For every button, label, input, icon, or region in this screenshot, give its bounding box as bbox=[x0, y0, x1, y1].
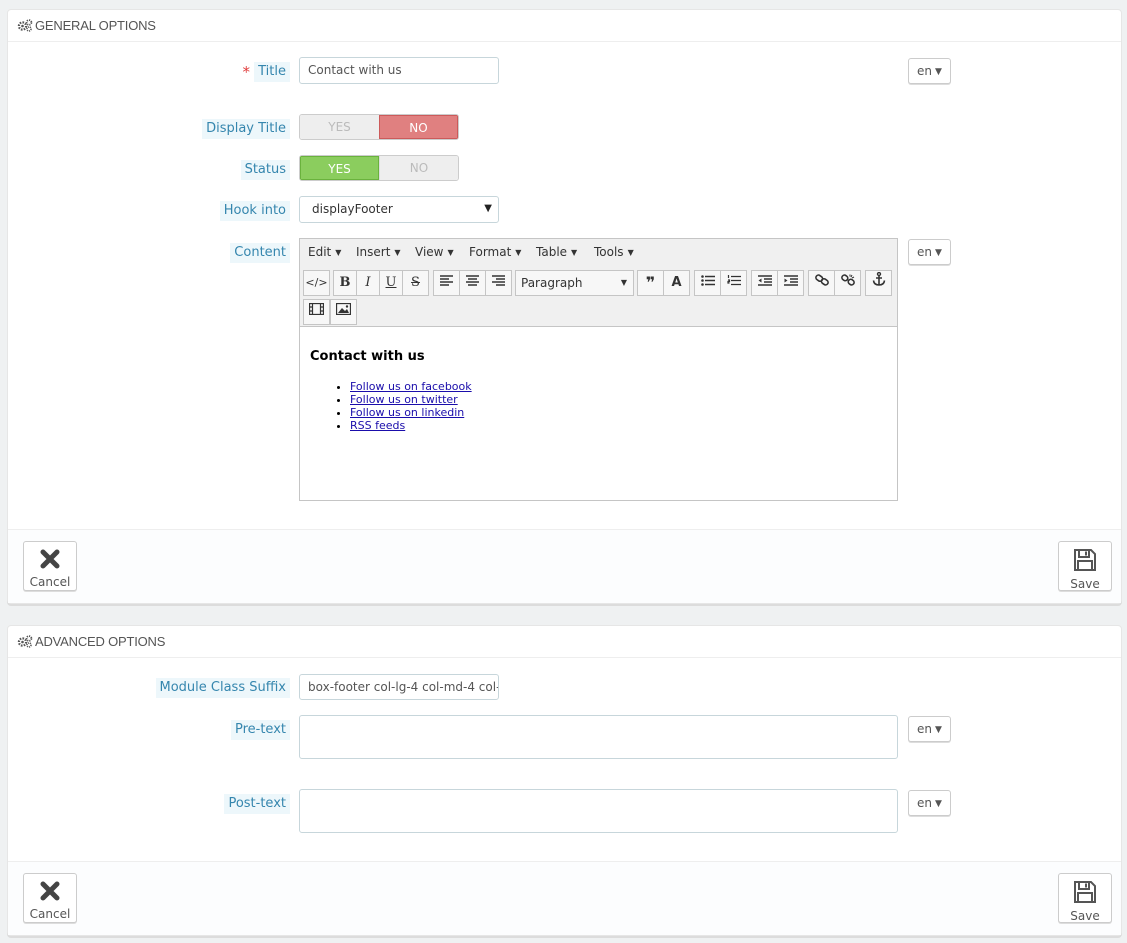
save-label: Save bbox=[1070, 577, 1100, 591]
posttext-lang-dropdown[interactable]: en ▼ bbox=[908, 790, 951, 816]
caret-down-icon: ▼ bbox=[620, 278, 627, 287]
save-button[interactable]: Save bbox=[1058, 873, 1112, 923]
blockquote-icon[interactable]: ❞ bbox=[637, 270, 664, 296]
display-title-label: Display Title bbox=[202, 119, 290, 139]
twitter-link[interactable]: Follow us on twitter bbox=[350, 393, 458, 406]
title-lang-dropdown[interactable]: en ▼ bbox=[908, 58, 951, 84]
menu-format[interactable]: Format ▼ bbox=[469, 245, 521, 259]
cancel-label: Cancel bbox=[29, 907, 71, 921]
editor-link-list: Follow us on facebook Follow us on twitt… bbox=[310, 380, 897, 432]
lang-label: en bbox=[917, 64, 932, 78]
menu-table[interactable]: Table ▼ bbox=[536, 245, 577, 259]
image-icon[interactable] bbox=[330, 299, 357, 325]
caret-down-icon: ▼ bbox=[935, 67, 942, 77]
suffix-input[interactable]: box-footer col-lg-4 col-md-4 col-s bbox=[299, 674, 499, 700]
source-code-icon[interactable]: </> bbox=[303, 270, 330, 296]
display-title-switch[interactable]: YES NO bbox=[299, 114, 459, 140]
list-item: Follow us on twitter bbox=[350, 393, 897, 406]
text-color-icon[interactable]: A bbox=[663, 270, 690, 296]
suffix-label: Module Class Suffix bbox=[155, 678, 290, 698]
general-panel-footer: Cancel Save bbox=[8, 529, 1121, 603]
underline-icon[interactable]: U bbox=[379, 270, 403, 296]
menu-edit[interactable]: Edit ▼ bbox=[308, 245, 341, 259]
strikethrough-icon[interactable]: S bbox=[402, 270, 429, 296]
advanced-options-title: ADVANCED OPTIONS bbox=[35, 634, 166, 649]
cogs-icon bbox=[17, 19, 33, 35]
align-center-icon[interactable] bbox=[459, 270, 486, 296]
title-label: Title bbox=[254, 62, 290, 82]
caret-down-icon: ▼ bbox=[935, 799, 942, 809]
bold-icon[interactable]: B bbox=[333, 270, 357, 296]
caret-down-icon: ▼ bbox=[484, 203, 492, 214]
hook-value: displayFooter bbox=[312, 202, 393, 216]
menu-view[interactable]: View ▼ bbox=[415, 245, 454, 259]
list-item: Follow us on facebook bbox=[350, 380, 897, 393]
pretext-label: Pre-text bbox=[230, 720, 290, 740]
content-lang-dropdown[interactable]: en ▼ bbox=[908, 239, 951, 265]
floppy-disk-icon bbox=[1059, 880, 1111, 907]
title-input[interactable]: Contact with us bbox=[299, 57, 499, 84]
cancel-button[interactable]: Cancel bbox=[23, 541, 77, 591]
rss-link[interactable]: RSS feeds bbox=[350, 419, 405, 432]
general-options-title: GENERAL OPTIONS bbox=[35, 18, 156, 33]
pretext-lang-dropdown[interactable]: en ▼ bbox=[908, 716, 951, 742]
editor-menubar: Edit ▼ Insert ▼ View ▼ Format ▼ Table ▼ Tools… bbox=[300, 239, 897, 267]
format-select[interactable]: Paragraph ▼ bbox=[515, 270, 634, 296]
format-select-value: Paragraph bbox=[521, 276, 583, 290]
unlink-icon[interactable] bbox=[834, 270, 861, 296]
bullet-list-icon[interactable] bbox=[694, 270, 721, 296]
list-item: RSS feeds bbox=[350, 419, 897, 432]
required-mark: * bbox=[242, 63, 251, 81]
editor-toolbar: </> B I U S Paragraph ▼ ❞ A bbox=[300, 267, 897, 327]
cogs-icon bbox=[17, 635, 33, 651]
outdent-icon[interactable] bbox=[751, 270, 778, 296]
cancel-button[interactable]: Cancel bbox=[23, 873, 77, 923]
save-label: Save bbox=[1070, 909, 1100, 923]
cancel-label: Cancel bbox=[29, 575, 71, 589]
floppy-disk-icon bbox=[1059, 548, 1111, 575]
editor-heading: Contact with us bbox=[310, 349, 425, 364]
display-title-yes[interactable]: YES bbox=[300, 115, 379, 139]
status-label: Status bbox=[240, 160, 290, 180]
menu-tools[interactable]: Tools ▼ bbox=[594, 245, 634, 259]
posttext-textarea[interactable] bbox=[299, 789, 898, 833]
menu-insert[interactable]: Insert ▼ bbox=[356, 245, 401, 259]
advanced-panel-footer: Cancel Save bbox=[8, 861, 1121, 935]
close-icon bbox=[24, 880, 76, 905]
align-right-icon[interactable] bbox=[485, 270, 512, 296]
editor-content-area[interactable]: Contact with us Follow us on facebook Fo… bbox=[310, 349, 897, 432]
indent-icon[interactable] bbox=[777, 270, 804, 296]
advanced-options-panel: ADVANCED OPTIONS Module Class Suffix box… bbox=[7, 625, 1122, 936]
display-title-no[interactable]: NO bbox=[379, 115, 458, 139]
caret-down-icon: ▼ bbox=[935, 725, 942, 735]
save-button[interactable]: Save bbox=[1058, 541, 1112, 591]
facebook-link[interactable]: Follow us on facebook bbox=[350, 380, 472, 393]
hook-label: Hook into bbox=[219, 201, 290, 221]
general-options-heading: GENERAL OPTIONS bbox=[8, 10, 1121, 42]
italic-icon[interactable]: I bbox=[356, 270, 380, 296]
pretext-textarea[interactable] bbox=[299, 715, 898, 759]
anchor-icon[interactable] bbox=[865, 270, 892, 296]
content-editor[interactable]: Edit ▼ Insert ▼ View ▼ Format ▼ Table ▼ Tools… bbox=[299, 238, 898, 501]
advanced-options-heading: ADVANCED OPTIONS bbox=[8, 626, 1121, 658]
numbered-list-icon[interactable] bbox=[720, 270, 747, 296]
media-film-icon[interactable] bbox=[303, 299, 330, 325]
posttext-label: Post-text bbox=[224, 794, 290, 814]
lang-label: en bbox=[917, 245, 932, 259]
caret-down-icon: ▼ bbox=[935, 248, 942, 258]
hook-select[interactable]: displayFooter ▼ bbox=[299, 196, 499, 223]
list-item: Follow us on linkedin bbox=[350, 406, 897, 419]
link-icon[interactable] bbox=[808, 270, 835, 296]
status-no[interactable]: NO bbox=[379, 156, 458, 180]
status-switch[interactable]: YES NO bbox=[299, 155, 459, 181]
align-left-icon[interactable] bbox=[433, 270, 460, 296]
lang-label: en bbox=[917, 722, 932, 736]
close-icon bbox=[24, 548, 76, 573]
linkedin-link[interactable]: Follow us on linkedin bbox=[350, 406, 464, 419]
status-yes[interactable]: YES bbox=[300, 156, 379, 180]
lang-label: en bbox=[917, 796, 932, 810]
content-label: Content bbox=[230, 243, 290, 263]
